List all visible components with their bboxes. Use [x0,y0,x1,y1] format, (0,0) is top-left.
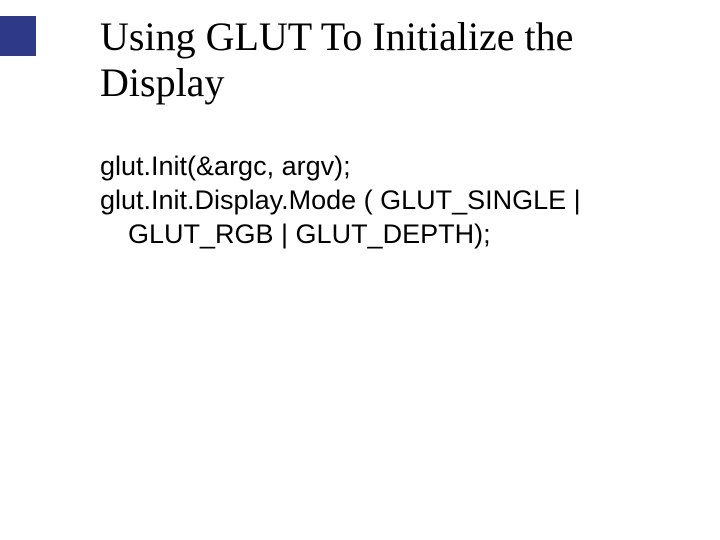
accent-bar [0,16,36,56]
slide-title: Using GLUT To Initialize the Display [100,14,660,106]
slide-body: glut.Init(&argc, argv); glut.Init.Displa… [100,150,660,251]
code-line-2: glut.Init.Display.Mode ( GLUT_SINGLE | [100,184,660,218]
code-line-1: glut.Init(&argc, argv); [100,150,660,184]
code-line-3: GLUT_RGB | GLUT_DEPTH); [100,218,660,252]
slide: Using GLUT To Initialize the Display glu… [0,0,720,540]
